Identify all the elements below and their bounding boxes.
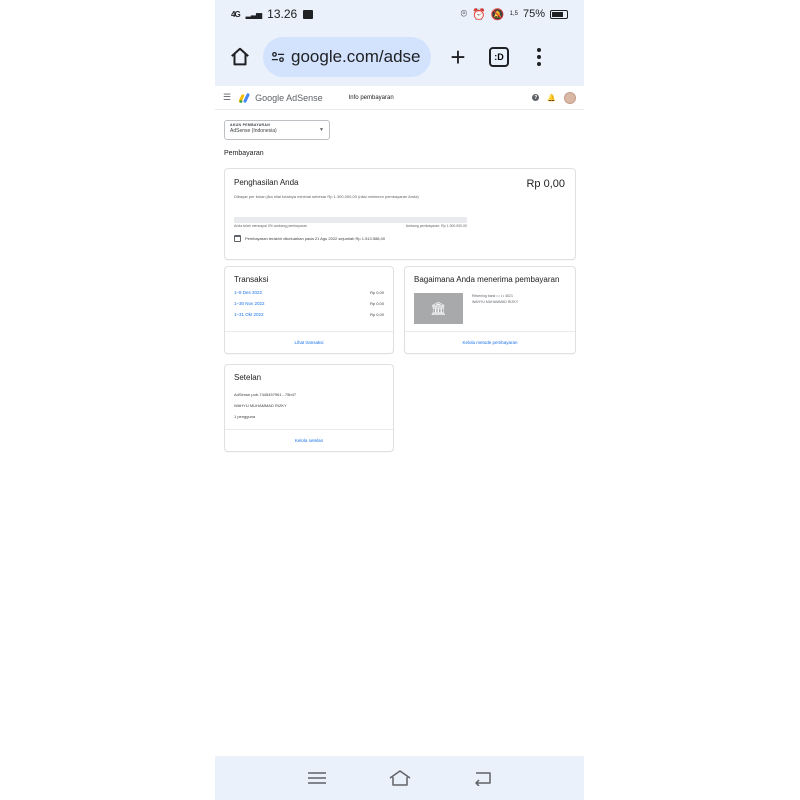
avatar[interactable] <box>564 91 576 104</box>
payment-account-selector[interactable]: AKUN PEMBAYARAN AdSense (Indonesia) ▼ <box>224 120 330 140</box>
last-payment-note: Pembayaran terakhir dikeluarkan pada 21 … <box>234 235 566 242</box>
back-icon <box>474 772 491 786</box>
tab-switcher-button[interactable]: :D <box>489 47 509 67</box>
transaction-row: 1–30 Nov 2022 Rp 0,00 <box>234 301 384 306</box>
section-title: Info pembayaran <box>348 94 394 101</box>
header-actions: ? 🔔 <box>532 91 576 104</box>
calendar-icon <box>234 235 241 242</box>
selector-value: AdSense (Indonesia) <box>230 128 277 134</box>
account-holder: WAHYU MUHAMMAD RIZKY <box>472 300 519 304</box>
plus-icon: + <box>450 41 466 72</box>
signal-icon: ▂▃▅ <box>245 9 263 19</box>
network-indicator: 4G <box>231 9 241 19</box>
status-right: ⌾ ⏰ 🔕 1,5 75% <box>461 8 568 21</box>
home-icon <box>231 47 249 66</box>
hamburger-menu-icon[interactable]: ☰ <box>223 92 231 103</box>
transaction-amount: Rp 0,00 <box>369 301 384 306</box>
progress-right-label: Ambang pembayaran: Rp 1.300.000,00 <box>405 224 467 228</box>
data-speed: 1,5 <box>509 11 518 17</box>
bell-icon[interactable]: 🔔 <box>547 94 556 102</box>
earnings-card: Penghasilan Anda Rp 0,00 Dibayar per bul… <box>224 168 576 260</box>
home-nav-button[interactable] <box>385 763 415 793</box>
dot <box>537 48 541 52</box>
earnings-description: Dibayar per bulan jika nilai totalnya mi… <box>234 194 419 199</box>
transactions-title: Transaksi <box>234 275 269 284</box>
adsense-logo-icon <box>239 92 250 103</box>
battery-percent: 75% <box>522 8 545 20</box>
settings-card: Setelan AdSense pub-7445457961...75b47 W… <box>224 364 394 452</box>
selector-label: AKUN PEMBAYARAN <box>230 123 271 127</box>
gallery-notification-icon <box>303 9 314 19</box>
account-name: WAHYU MUHAMMAD RIZKY <box>234 403 287 408</box>
home-nav-icon <box>389 770 410 786</box>
earnings-title: Penghasilan Anda <box>234 178 299 187</box>
transaction-period-link[interactable]: 1–31 Okt 2022 <box>234 312 264 317</box>
transaction-amount: Rp 0,00 <box>369 290 384 295</box>
earnings-amount: Rp 0,00 <box>526 178 565 190</box>
transactions-card: Transaksi 1–8 Des 2022 Rp 0,00 1–30 Nov … <box>224 266 394 354</box>
dot <box>537 62 541 66</box>
clock: 13.26 <box>267 7 298 21</box>
progress-labels: Anda telah mencapai 0% ambang pembayaran… <box>234 224 467 228</box>
bank-icon: 🏛 <box>414 293 463 324</box>
help-icon[interactable]: ? <box>532 94 540 101</box>
manage-settings-link[interactable]: Kelola setelan <box>295 438 323 443</box>
recent-apps-icon <box>307 772 326 784</box>
progress-left-label: Anda telah mencapai 0% ambang pembayaran <box>234 224 307 228</box>
mute-icon: 🔕 <box>490 8 505 21</box>
url-text[interactable]: google.com/adse <box>291 47 420 67</box>
back-button[interactable] <box>468 763 498 793</box>
threshold-progress-bar <box>234 217 467 223</box>
payment-method-card: Bagaimana Anda menerima pembayaran 🏛 Rek… <box>404 266 576 354</box>
transaction-period-link[interactable]: 1–30 Nov 2022 <box>234 301 265 306</box>
browser-menu-button[interactable] <box>536 48 542 66</box>
dot <box>537 55 541 59</box>
battery-icon <box>550 9 568 19</box>
system-nav-bar <box>215 756 584 800</box>
manage-payment-methods-link[interactable]: Kelola metode pembayaran <box>462 340 517 345</box>
transaction-period-link[interactable]: 1–8 Des 2022 <box>234 290 262 295</box>
phone-screen: 4G ▂▃▅ 13.26 ⌾ ⏰ 🔕 1,5 75% google.com/ad… <box>215 0 584 800</box>
page-title: Pembayaran <box>224 150 264 157</box>
battery-level <box>552 11 563 17</box>
chevron-down-icon: ▼ <box>319 127 324 133</box>
publisher-id: AdSense pub-7445457961...75b47 <box>234 392 297 397</box>
settings-title: Setelan <box>234 373 262 382</box>
transaction-row: 1–8 Des 2022 Rp 0,00 <box>234 290 384 295</box>
app-name: Google AdSense <box>255 92 323 103</box>
address-bar[interactable]: google.com/adse <box>263 37 431 77</box>
new-tab-button[interactable]: + <box>447 42 469 73</box>
home-button[interactable] <box>227 44 253 70</box>
browser-toolbar: google.com/adse + :D <box>215 28 584 86</box>
site-settings-icon[interactable] <box>271 50 285 64</box>
web-page: ☰ Google AdSense Info pembayaran ? 🔔 AKU… <box>215 86 584 756</box>
alarm-icon: ⏰ <box>472 8 486 21</box>
location-icon: ⌾ <box>460 7 468 20</box>
users-link[interactable]: 1 pengguna <box>234 414 384 419</box>
settings-footer: Kelola setelan <box>225 429 393 451</box>
status-bar: 4G ▂▃▅ 13.26 ⌾ ⏰ 🔕 1,5 75% <box>215 0 584 28</box>
main-content: AKUN PEMBAYARAN AdSense (Indonesia) ▼ Pe… <box>224 120 576 452</box>
bank-info: Rekening bank • • • • 4521 WAHYU MUHAMMA… <box>472 293 518 305</box>
view-transactions-link[interactable]: Lihat transaksi <box>294 340 323 345</box>
status-left: 4G ▂▃▅ 13.26 <box>231 7 314 21</box>
last-payment-text: Pembayaran terakhir dikeluarkan pada 21 … <box>245 236 386 241</box>
transactions-footer: Lihat transaksi <box>225 331 393 353</box>
adsense-header: ☰ Google AdSense Info pembayaran ? 🔔 <box>215 86 584 110</box>
transaction-amount: Rp 0,00 <box>369 312 384 317</box>
payment-method-title: Bagaimana Anda menerima pembayaran <box>414 275 560 284</box>
transaction-row: 1–31 Okt 2022 Rp 0,00 <box>234 312 384 317</box>
recent-apps-button[interactable] <box>302 763 332 793</box>
payment-method-footer: Kelola metode pembayaran <box>405 331 575 353</box>
